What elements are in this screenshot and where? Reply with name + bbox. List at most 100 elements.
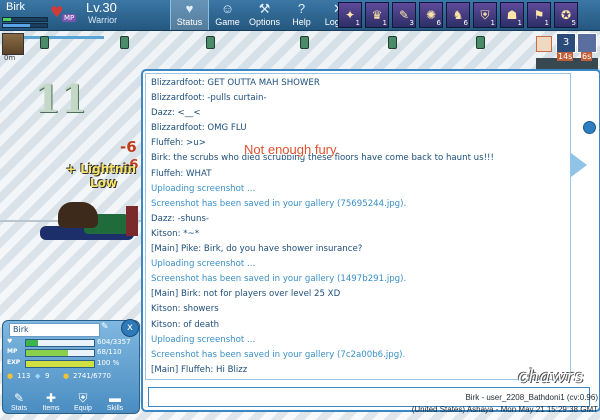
chat-log[interactable]: Blizzardfoot: GET OUTTA MAH SHOWER Blizza…: [151, 76, 566, 377]
mp-tag: MP: [62, 14, 77, 22]
skills-button[interactable]: ▬ Skills: [102, 391, 128, 413]
skill-count: 1: [544, 19, 549, 27]
chat-line: Fluffeh: WHAT: [151, 168, 212, 179]
equip-icon: ⛨: [78, 391, 88, 405]
scrollbar-knob[interactable]: [583, 121, 596, 134]
skill-count: 1: [490, 19, 495, 27]
menu-label: Game: [215, 17, 240, 27]
stat-label: EXP: [7, 359, 21, 366]
button-label: Items: [42, 405, 60, 412]
gold-amount: 113: [17, 372, 31, 380]
skill-2-icon[interactable]: ♛ 1: [365, 2, 389, 28]
edit-icon[interactable]: ✎: [101, 322, 109, 332]
skill-1-icon[interactable]: ✦ 1: [338, 2, 362, 28]
cooldown-seconds: 14s: [557, 52, 574, 61]
stats-button[interactable]: ✎ Stats: [6, 392, 32, 413]
skill-4-icon[interactable]: ✺ 6: [419, 2, 443, 28]
menu-status[interactable]: ♥ Status: [170, 0, 209, 30]
stat-bar: [25, 349, 95, 357]
stat-value: 100 %: [97, 359, 120, 367]
skill-count: 1: [382, 19, 387, 27]
skill-5-icon[interactable]: ♞ 6: [446, 2, 470, 28]
lamp-icon: [300, 36, 309, 49]
skill-6-icon[interactable]: ⛨ 1: [473, 2, 497, 28]
chat-line: Uploading screenshot ...: [151, 259, 256, 270]
stat-value: 68/110: [97, 348, 122, 356]
status-line: Birk - user_2208_Bathdoni1 (cv:0.96): [465, 393, 598, 402]
fury-warning: Not enough fury.: [244, 142, 340, 157]
chat-line: Kitson: showers: [151, 304, 219, 315]
chat-line: Blizzardfoot: -pulls curtain-: [151, 93, 267, 104]
equip-button[interactable]: ⛨ Equip: [70, 391, 96, 413]
lamp-icon: [120, 36, 129, 49]
player-level: Lv.30: [86, 0, 117, 15]
top-bar: Birk ♥ MP Lv.30 Warrior ♥ Status ☺ Game ⚒ Opt…: [0, 0, 600, 31]
xp-icon: ●: [63, 372, 70, 380]
player-character[interactable]: [34, 196, 144, 248]
stat-name-field[interactable]: Birk: [9, 323, 100, 337]
menu-game[interactable]: ☺ Game: [209, 0, 246, 30]
menu-label: Status: [176, 17, 203, 27]
chat-line: Dazz: -shuns-: [151, 213, 210, 224]
watermark-logo: chawrs: [518, 366, 584, 387]
stat-row: MP 68/110: [7, 347, 137, 357]
stat-value: 604/3357: [97, 338, 131, 346]
button-label: Equip: [74, 405, 92, 412]
chat-line: [Main] Fluffeh: Hi Blizz: [151, 364, 248, 375]
lightning-text: + Lightnin: [66, 162, 137, 176]
chat-line: Screenshot has been saved in your galler…: [151, 349, 406, 360]
stat-label: ♥: [7, 338, 13, 345]
combo-number: 11: [34, 76, 87, 121]
stat-bar: [25, 360, 95, 368]
close-button[interactable]: x: [121, 319, 139, 337]
status-line: (United States) Ashaya - Mon May 21 15:2…: [411, 405, 598, 414]
chat-line: Screenshot has been saved in your galler…: [151, 198, 407, 209]
skill-count: 1: [517, 19, 522, 27]
lamp-icon: [206, 36, 215, 49]
main-menu: ♥Status☺Game⚒Options?Help✕Logout: [170, 0, 357, 30]
heart-icon: ♥: [185, 1, 194, 16]
skill-7-icon[interactable]: ☗ 1: [500, 2, 524, 28]
xp-amount: 2741/6770: [73, 372, 111, 380]
gold-icon: ●: [7, 372, 14, 380]
skill-count: 6: [463, 19, 468, 27]
question-icon: ?: [297, 1, 306, 16]
skill-count: 3: [409, 19, 414, 27]
target-portrait[interactable]: [2, 33, 24, 55]
items-button[interactable]: ✚ Items: [38, 391, 64, 413]
stat-row: EXP 100 %: [7, 358, 137, 368]
gem-amount: 9: [45, 372, 50, 380]
chat-line: Dazz: <__<: [151, 108, 201, 119]
gem-icon: ◆: [35, 372, 41, 380]
chat-line: Kitson: *~*: [151, 228, 199, 239]
skill-8-icon[interactable]: ⚑ 1: [527, 2, 551, 28]
stat-label: MP: [7, 348, 18, 355]
chat-log-frame: Blizzardfoot: GET OUTTA MAH SHOWER Blizza…: [145, 73, 571, 380]
button-label: Skills: [106, 405, 124, 412]
top-mp-bar: [2, 23, 48, 28]
buff-icon: [536, 36, 552, 52]
player-name: Birk: [6, 1, 25, 13]
chat-line: Blizzardfoot: OMG FLU: [151, 123, 247, 134]
cooldown-seconds: 6s: [581, 52, 593, 61]
target-distance: 0m: [4, 54, 16, 62]
cooldown-timer: [577, 33, 597, 53]
skill-count: 5: [571, 19, 576, 27]
menu-options[interactable]: ⚒ Options: [246, 0, 283, 30]
chat-line: [Main] Pike: Birk, do you have shower in…: [151, 244, 363, 255]
lamp-icon: [476, 36, 485, 49]
skill-9-icon[interactable]: ✪ 5: [554, 2, 578, 28]
stat-row: ♥ 604/3357: [7, 337, 137, 347]
expand-arrow-icon[interactable]: [571, 153, 587, 177]
menu-help[interactable]: ? Help: [283, 0, 320, 30]
chat-line: Fluffeh: >u>: [151, 138, 206, 149]
skills-icon: ▬: [109, 391, 121, 405]
chat-line: Blizzardfoot: GET OUTTA MAH SHOWER: [151, 78, 320, 88]
items-icon: ✚: [45, 391, 57, 405]
chat-line: Uploading screenshot ...: [151, 334, 256, 345]
skill-count: 1: [355, 19, 360, 27]
menu-label: Options: [248, 17, 281, 27]
skill-3-icon[interactable]: ✎ 3: [392, 2, 416, 28]
damage-text: -6: [120, 138, 137, 156]
chat-line: Screenshot has been saved in your galler…: [151, 274, 407, 285]
